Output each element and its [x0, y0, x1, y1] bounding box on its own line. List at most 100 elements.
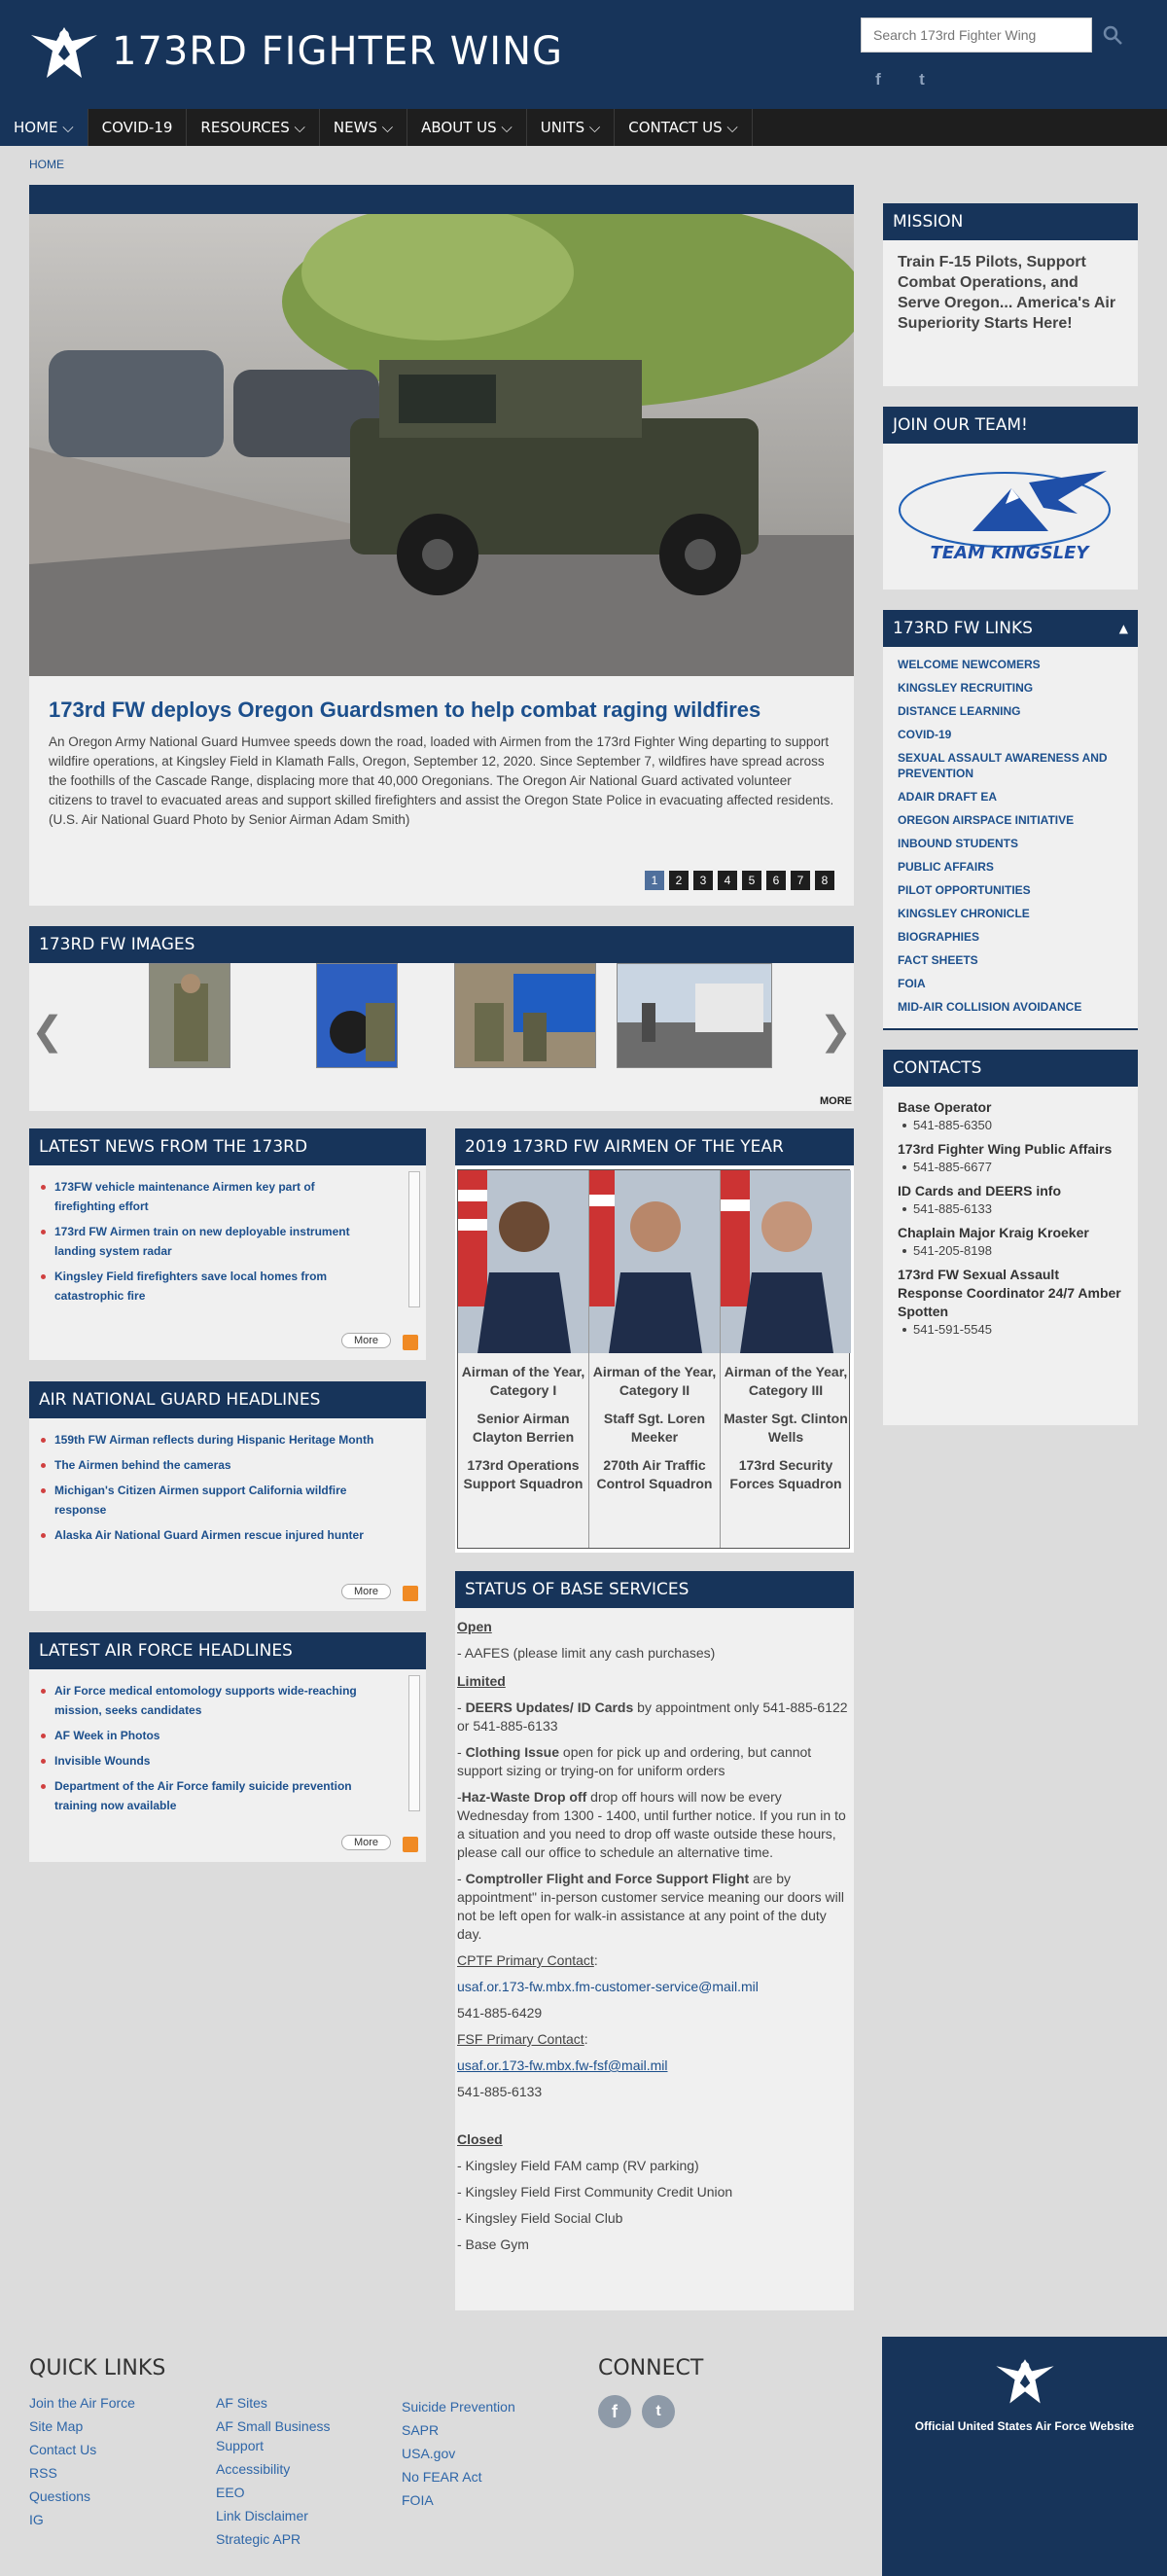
closed-item: - Base Gym — [457, 2236, 529, 2252]
nav-news[interactable]: NEWS ⌵ — [320, 109, 408, 146]
link-item[interactable]: BIOGRAPHIES — [898, 929, 1123, 945]
official-site-label[interactable]: Official United States Air Force Website — [882, 2419, 1167, 2433]
gallery-thumb[interactable] — [617, 963, 772, 1068]
rss-icon[interactable] — [403, 1335, 418, 1350]
footer-link[interactable]: SAPR — [402, 2418, 567, 2442]
facebook-icon[interactable]: f — [868, 70, 888, 89]
link-item[interactable]: FACT SHEETS — [898, 952, 1123, 968]
link-item[interactable]: COVID-19 — [898, 727, 1123, 742]
gallery-thumb[interactable] — [149, 963, 230, 1068]
link-item[interactable]: PILOT OPPORTUNITIES — [898, 882, 1123, 898]
scrollbar[interactable] — [408, 1675, 420, 1811]
footer-link[interactable]: Link Disclaimer — [216, 2504, 371, 2527]
link-item[interactable]: PUBLIC AFFAIRS — [898, 859, 1123, 875]
link-item[interactable]: WELCOME NEWCOMERS — [898, 657, 1123, 672]
airman-photo[interactable] — [589, 1170, 720, 1353]
gallery-thumb[interactable] — [316, 963, 398, 1068]
contact-name: 173rd FW Sexual Assault Response Coordin… — [898, 1267, 1121, 1319]
list-item[interactable]: 173FW vehicle maintenance Airmen key par… — [41, 1177, 375, 1216]
link-item[interactable]: DISTANCE LEARNING — [898, 703, 1123, 719]
footer-link[interactable]: EEO — [216, 2481, 371, 2504]
cptf-email-link[interactable]: usaf.or.173-fw.mbx.fm-customer-service@m… — [457, 1978, 852, 1996]
latest-news-box: LATEST NEWS FROM THE 173RD 173FW vehicle… — [29, 1128, 426, 1360]
nav-covid[interactable]: COVID-19 — [88, 109, 188, 146]
list-item[interactable]: 173rd FW Airmen train on new deployable … — [41, 1222, 375, 1261]
air-force-logo-icon[interactable] — [994, 2354, 1056, 2407]
link-item[interactable]: KINGSLEY CHRONICLE — [898, 906, 1123, 921]
air-force-logo-icon[interactable] — [29, 21, 99, 82]
page-5-button[interactable]: 5 — [742, 871, 761, 890]
gallery-thumb[interactable] — [454, 963, 596, 1068]
footer-link[interactable]: Contact Us — [29, 2438, 194, 2461]
gallery-prev-arrow-icon[interactable]: ❮ — [31, 1009, 64, 1054]
breadcrumb[interactable]: HOME — [29, 158, 64, 171]
rss-icon[interactable] — [403, 1837, 418, 1852]
aoy-name: Senior Airman Clayton Berrien — [472, 1411, 575, 1445]
hero-image[interactable] — [29, 214, 854, 676]
list-item[interactable]: 159th FW Airman reflects during Hispanic… — [41, 1430, 395, 1449]
list-item[interactable]: Michigan's Citizen Airmen support Califo… — [41, 1481, 395, 1520]
list-item[interactable]: Alaska Air National Guard Airmen rescue … — [41, 1525, 395, 1545]
gallery-more-link[interactable]: MORE — [820, 1095, 852, 1107]
link-item[interactable]: KINGSLEY RECRUITING — [898, 680, 1123, 696]
search-icon[interactable] — [1101, 23, 1124, 47]
page-4-button[interactable]: 4 — [718, 871, 737, 890]
list-item[interactable]: Department of the Air Force family suici… — [41, 1776, 375, 1815]
hero-title[interactable]: 173rd FW deploys Oregon Guardsmen to hel… — [49, 698, 760, 723]
link-item[interactable]: MID-AIR COLLISION AVOIDANCE — [898, 999, 1123, 1015]
page-3-button[interactable]: 3 — [693, 871, 713, 890]
footer-link[interactable]: USA.gov — [402, 2442, 567, 2465]
links-list: WELCOME NEWCOMERS KINGSLEY RECRUITING DI… — [883, 647, 1138, 1032]
airman-photo[interactable] — [458, 1170, 588, 1353]
footer-link[interactable]: Suicide Prevention — [402, 2395, 567, 2418]
link-item[interactable]: ADAIR DRAFT EA — [898, 789, 1123, 805]
footer-link[interactable]: AF Small Business Support — [216, 2416, 371, 2455]
nav-about-us[interactable]: ABOUT US ⌵ — [407, 109, 527, 146]
footer-link[interactable]: Strategic APR — [216, 2527, 371, 2551]
fsf-email-link[interactable]: usaf.or.173-fw.mbx.fw-fsf@mail.mil — [457, 2057, 852, 2075]
contact-name: ID Cards and DEERS info — [898, 1183, 1062, 1199]
nav-units[interactable]: UNITS ⌵ — [527, 109, 616, 146]
team-kingsley-logo[interactable]: TEAM KINGSLEY — [883, 444, 1138, 590]
footer-link[interactable]: Accessibility — [216, 2457, 371, 2481]
link-item[interactable]: FOIA — [898, 976, 1123, 991]
links-title[interactable]: 173RD FW LINKS ▲ — [883, 610, 1138, 647]
twitter-icon[interactable]: t — [642, 2395, 675, 2428]
more-button[interactable]: More — [340, 1584, 391, 1599]
link-item[interactable]: OREGON AIRSPACE INITIATIVE — [898, 812, 1123, 828]
twitter-icon[interactable]: t — [912, 70, 932, 89]
footer-link[interactable]: Questions — [29, 2485, 194, 2508]
scrollbar[interactable] — [408, 1171, 420, 1307]
link-item[interactable]: INBOUND STUDENTS — [898, 836, 1123, 851]
footer-link[interactable]: No FEAR Act — [402, 2465, 567, 2488]
page-2-button[interactable]: 2 — [669, 871, 689, 890]
page-7-button[interactable]: 7 — [791, 871, 810, 890]
page-6-button[interactable]: 6 — [766, 871, 786, 890]
page-1-button[interactable]: 1 — [645, 871, 664, 890]
footer-link[interactable]: AF Sites — [216, 2391, 371, 2415]
gallery-next-arrow-icon[interactable]: ❯ — [819, 1009, 852, 1054]
list-item[interactable]: Air Force medical entomology supports wi… — [41, 1681, 375, 1720]
nav-resources[interactable]: RESOURCES ⌵ — [187, 109, 320, 146]
footer-link[interactable]: IG — [29, 2508, 194, 2531]
footer-link[interactable]: FOIA — [402, 2488, 567, 2512]
airman-photo[interactable] — [721, 1170, 851, 1353]
footer-link[interactable]: Site Map — [29, 2415, 194, 2438]
more-button[interactable]: More — [340, 1835, 391, 1850]
link-item[interactable]: SEXUAL ASSAULT AWARENESS AND PREVENTION — [898, 750, 1123, 781]
site-title[interactable]: 173RD FIGHTER WING — [112, 29, 563, 74]
page-8-button[interactable]: 8 — [815, 871, 834, 890]
nav-home[interactable]: HOME ⌵ — [0, 109, 88, 146]
search-input[interactable] — [861, 18, 1092, 53]
rss-icon[interactable] — [403, 1586, 418, 1601]
list-item[interactable]: AF Week in Photos — [41, 1726, 375, 1745]
more-button[interactable]: More — [340, 1333, 391, 1348]
facebook-icon[interactable]: f — [598, 2395, 631, 2428]
collapse-icon[interactable]: ▲ — [1119, 610, 1128, 647]
footer-link[interactable]: Join the Air Force — [29, 2391, 194, 2415]
list-item[interactable]: Invisible Wounds — [41, 1751, 375, 1771]
nav-contact-us[interactable]: CONTACT US ⌵ — [615, 109, 753, 146]
list-item[interactable]: Kingsley Field firefighters save local h… — [41, 1267, 375, 1306]
footer-link[interactable]: RSS — [29, 2461, 194, 2485]
list-item[interactable]: The Airmen behind the cameras — [41, 1455, 395, 1475]
